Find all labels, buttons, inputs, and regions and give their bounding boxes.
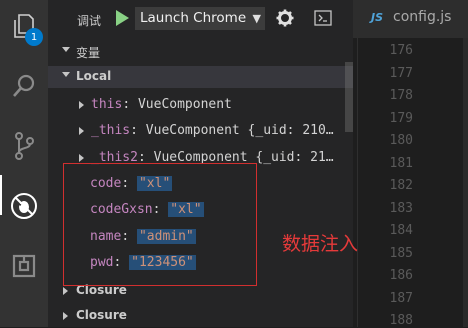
variables-title: 变量 (76, 46, 101, 60)
line-number: 176 (389, 43, 413, 58)
line-number: 180 (389, 133, 413, 148)
editor: JS config.js 176 177 178 179 180 181 182… (353, 0, 468, 328)
variables-section-header[interactable]: 变量 (48, 41, 353, 63)
scope-label: Closure (76, 308, 127, 322)
line-number: 178 (389, 88, 413, 103)
js-file-icon: JS (371, 11, 384, 24)
console-icon[interactable] (314, 10, 332, 26)
chevron-right-icon (63, 287, 68, 295)
debug-toolbar: 调试 Launch Chrome ▼ (48, 0, 353, 38)
chevron-right-icon (79, 101, 84, 109)
play-icon[interactable] (114, 9, 130, 27)
line-number: 186 (389, 268, 413, 283)
scope-closure[interactable]: Closure (48, 305, 353, 327)
line-number: 184 (389, 223, 413, 238)
variable-name: _this (91, 123, 131, 138)
scope-label: Local (76, 69, 112, 83)
variable-row-this[interactable]: this: VueComponent (48, 93, 353, 117)
variable-row-_this[interactable]: _this: VueComponent {_uid: 210… (48, 119, 353, 143)
active-indicator (0, 175, 2, 215)
launch-config-value: Launch Chrome (140, 10, 247, 26)
editor-tab[interactable]: JS config.js (353, 0, 468, 38)
variable-name: this (91, 97, 123, 112)
activity-bar: 1 (0, 0, 48, 327)
chevron-right-icon (79, 154, 84, 162)
line-number: 182 (389, 178, 413, 193)
sidebar-scrollbar[interactable] (345, 62, 353, 132)
scope-local[interactable]: Local (48, 66, 353, 88)
line-number: 179 (389, 111, 413, 126)
chevron-down-icon: ▼ (252, 12, 261, 25)
files-badge: 1 (25, 28, 43, 46)
line-number: 187 (389, 291, 413, 306)
line-number: 185 (389, 246, 413, 261)
chevron-down-icon (62, 47, 70, 52)
line-number: 177 (389, 66, 413, 81)
line-number: 183 (389, 201, 413, 216)
highlight-box (63, 163, 257, 286)
debug-title: 调试 (77, 14, 102, 28)
tab-filename: config.js (393, 9, 452, 25)
search-icon[interactable] (8, 70, 40, 102)
chevron-right-icon (79, 127, 84, 135)
launch-config-select[interactable]: Launch Chrome ▼ (135, 7, 265, 30)
debug-icon[interactable] (8, 190, 40, 222)
variable-value: VueComponent {_uid: 210… (145, 123, 334, 138)
gear-icon[interactable] (276, 9, 294, 27)
minimap-edge (463, 38, 468, 327)
extensions-icon[interactable] (8, 250, 40, 282)
source-control-icon[interactable] (8, 130, 40, 162)
variable-value: VueComponent (137, 97, 232, 112)
annotation-text: 数据注入 (282, 233, 359, 255)
line-number: 188 (389, 313, 413, 328)
line-number: 181 (389, 156, 413, 171)
chevron-right-icon (63, 312, 68, 320)
chevron-down-icon (62, 72, 70, 77)
